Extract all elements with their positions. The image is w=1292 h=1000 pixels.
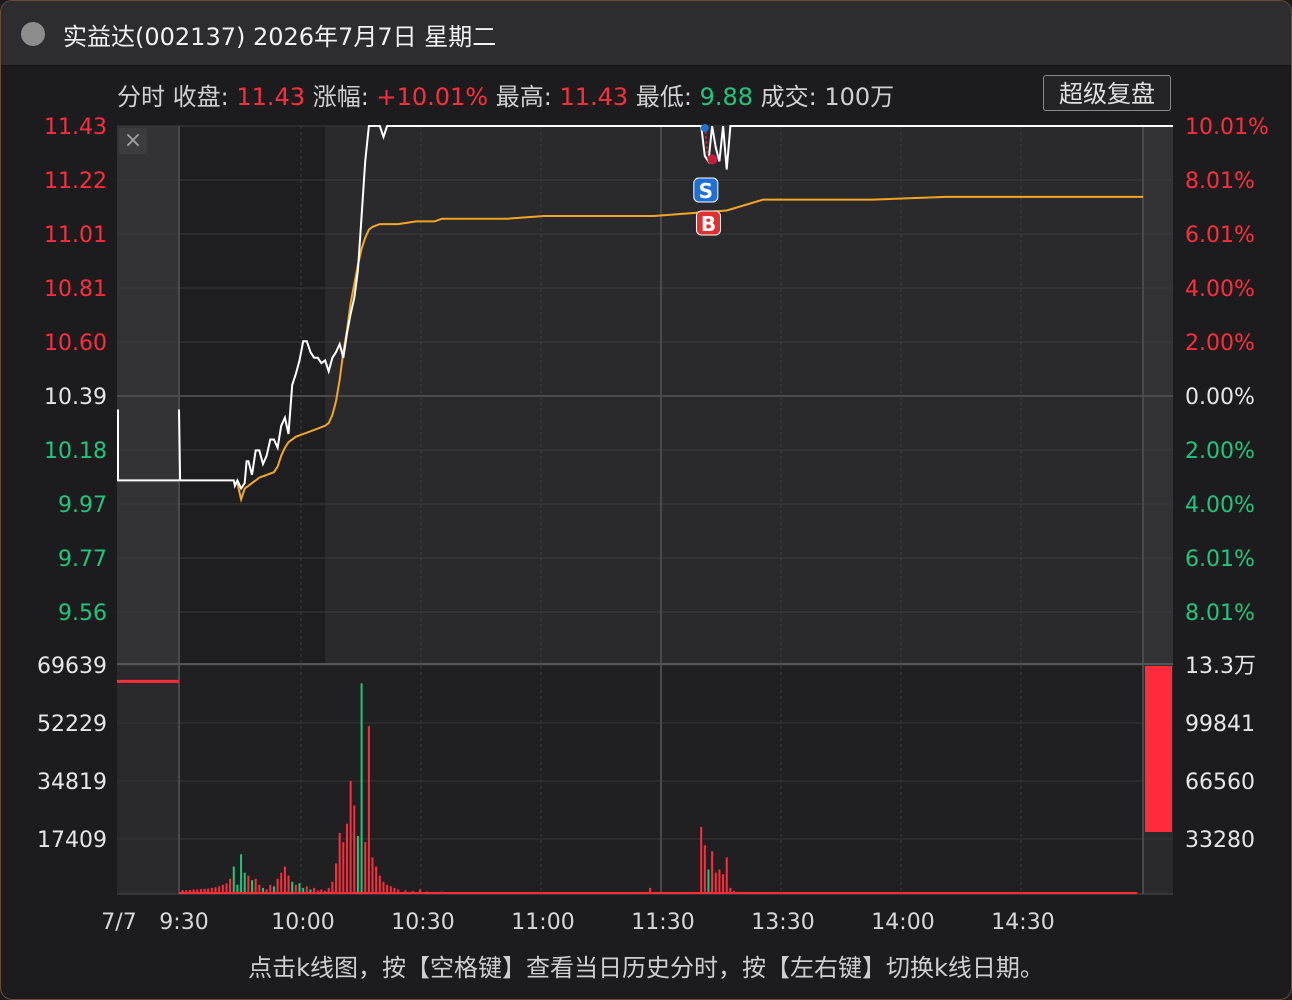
percent-tick-label: 8.01% — [1185, 601, 1255, 626]
percent-tick-label: 6.01% — [1185, 223, 1255, 248]
percent-tick-label: 0.00% — [1185, 385, 1255, 410]
time-tick-label: 7/7 — [101, 910, 136, 935]
price-tick-label: 11.43 — [44, 115, 107, 140]
time-tick-label: 11:30 — [631, 910, 694, 935]
price-tick-label: 10.39 — [44, 385, 107, 410]
time-tick-label: 14:30 — [991, 910, 1054, 935]
percent-tick-label: 4.00% — [1185, 493, 1255, 518]
time-tick-label: 14:00 — [871, 910, 934, 935]
time-tick-label: 13:30 — [751, 910, 814, 935]
stock-window: 实益达(002137) 2026年7月7日 星期二 分时 收盘: 11.43 涨… — [0, 0, 1292, 1000]
footer-hint: 点击k线图，按【空格键】查看当日历史分时，按【左右键】切换k线日期。 — [248, 954, 1044, 982]
price-tick-label: 10.18 — [44, 439, 107, 464]
close-icon[interactable]: × — [119, 128, 147, 154]
time-tick-label: 11:00 — [511, 910, 574, 935]
volume-tick-label: 69639 — [37, 654, 107, 679]
percent-tick-label: 10.01% — [1185, 115, 1269, 140]
volume-right-tick-label: 99841 — [1185, 712, 1255, 737]
time-tick-label: 10:00 — [271, 910, 334, 935]
volume-tick-label: 34819 — [37, 770, 107, 795]
highlight-shade — [179, 126, 326, 663]
pre-market-shade — [117, 126, 179, 663]
price-tick-label: 9.56 — [58, 601, 107, 626]
percent-tick-label: 2.00% — [1185, 331, 1255, 356]
sell-marker-label: S — [699, 179, 713, 203]
percent-tick-label: 6.01% — [1185, 547, 1255, 572]
volume-tick-label: 17409 — [37, 828, 107, 853]
volume-right-tick-label: 13.3万 — [1185, 654, 1256, 679]
price-tick-label: 11.22 — [44, 169, 107, 194]
price-tick-label: 9.77 — [58, 547, 107, 572]
sell-point — [700, 124, 709, 132]
buy-point — [707, 154, 718, 165]
price-tick-label: 9.97 — [58, 493, 107, 518]
price-tick-label: 10.81 — [44, 277, 107, 302]
price-tick-label: 10.60 — [44, 331, 107, 356]
volume-right-tick-label: 33280 — [1185, 828, 1255, 853]
time-tick-label: 10:30 — [391, 910, 454, 935]
intraday-chart[interactable]: 11.43 11.22 11.01 10.81 10.60 10.39 10.18 9.97 9… — [1, 1, 1291, 999]
price-tick-label: 11.01 — [44, 223, 107, 248]
buy-marker-label: B — [701, 212, 716, 236]
post-market-shade — [1143, 126, 1173, 663]
percent-tick-label: 2.00% — [1185, 439, 1255, 464]
volume-panel-bg — [117, 665, 1173, 894]
percent-tick-label: 4.00% — [1185, 277, 1255, 302]
volume-tick-label: 52229 — [37, 712, 107, 737]
volume-pre-shade — [117, 665, 179, 894]
time-tick-label: 9:30 — [159, 910, 208, 935]
volume-right-tick-label: 66560 — [1185, 770, 1255, 795]
percent-tick-label: 8.01% — [1185, 169, 1255, 194]
closing-auction-volume-bar — [1145, 666, 1172, 832]
